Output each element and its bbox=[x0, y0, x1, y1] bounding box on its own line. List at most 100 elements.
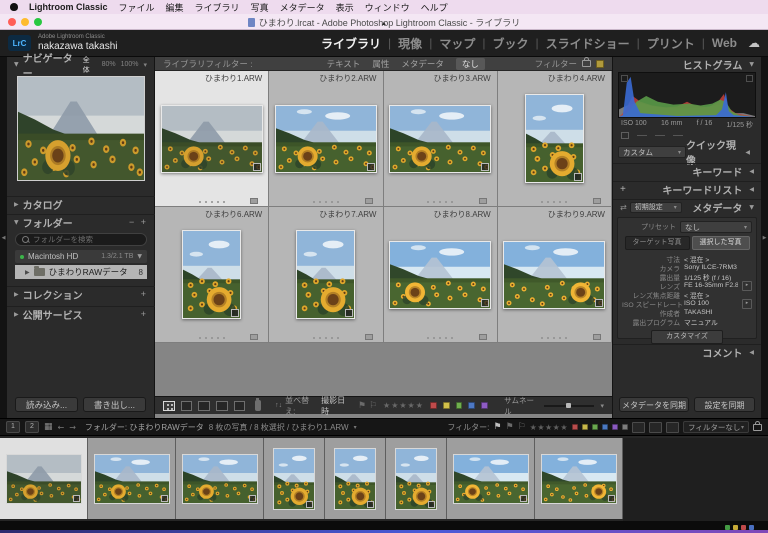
thumbnail-size-slider[interactable] bbox=[544, 405, 594, 407]
color-label-green[interactable] bbox=[456, 402, 463, 409]
keywords-header[interactable]: キーワード ◀ bbox=[613, 163, 761, 178]
loupe-view-icon[interactable] bbox=[181, 401, 193, 411]
folder-search-input[interactable]: フォルダーを検索 bbox=[15, 233, 147, 246]
grid-cell-8[interactable]: ひまわり9.ARW bbox=[498, 207, 612, 343]
photo-thumbnail[interactable] bbox=[389, 241, 491, 309]
rating-stars[interactable]: ★★★★★ bbox=[383, 401, 424, 410]
filmstrip-cell-2[interactable] bbox=[88, 438, 176, 519]
title-bar[interactable]: ひまわり.lrcat - Adobe Photoshop Lightroom C… bbox=[0, 14, 768, 30]
slider-knob[interactable] bbox=[566, 403, 571, 408]
filter-color-purple[interactable] bbox=[612, 424, 618, 430]
zoom-mid[interactable]: 80% bbox=[102, 61, 116, 68]
tab-target-photo[interactable]: ターゲット写真 bbox=[625, 236, 690, 250]
filmstrip-cell-1[interactable] bbox=[0, 438, 88, 519]
publish-add[interactable]: + bbox=[141, 309, 148, 319]
filmstrip-cell-7[interactable] bbox=[447, 438, 535, 519]
module-print[interactable]: プリント bbox=[640, 35, 702, 52]
cloud-sync-icon[interactable]: ☁ bbox=[748, 36, 760, 50]
reject-flag-icon[interactable]: ⚐ bbox=[369, 401, 377, 411]
metadata-header[interactable]: ⇄ 初期設定 ▾ メタデータ ▼ bbox=[613, 199, 761, 214]
develop-badge-icon[interactable] bbox=[367, 163, 375, 171]
main-window-button[interactable]: 1 bbox=[6, 421, 20, 433]
filter-unflagged-icon[interactable]: ⚑ bbox=[505, 422, 513, 432]
collections-header[interactable]: ▶ コレクション + bbox=[7, 286, 155, 301]
grid-view-icon[interactable] bbox=[163, 401, 175, 411]
navigator-preview[interactable] bbox=[17, 76, 145, 181]
tri-down-icon[interactable]: ▼ bbox=[137, 253, 142, 260]
develop-badge-icon[interactable] bbox=[345, 309, 353, 317]
collapse-right-panel[interactable]: ▶ bbox=[761, 57, 768, 418]
customize-button[interactable]: カスタマイズ bbox=[651, 330, 723, 344]
filter-text[interactable]: テキスト bbox=[327, 58, 361, 70]
metadata-preset-dropdown[interactable]: なし ▾ bbox=[680, 221, 752, 233]
folders-header[interactable]: ▼ フォルダー − + bbox=[7, 214, 155, 229]
tab-selected-photos[interactable]: 選択した写真 bbox=[692, 236, 750, 250]
grid-cell-2[interactable]: ひまわり2.ARW bbox=[269, 71, 383, 207]
sort-direction-icon[interactable]: ↑↓ bbox=[275, 402, 282, 409]
grid-cell-7[interactable]: ひまわり8.ARW bbox=[384, 207, 498, 343]
filmstrip-cell-5[interactable] bbox=[325, 438, 386, 519]
module-slideshow[interactable]: スライドショー bbox=[539, 35, 637, 52]
filter-preset-dropdown[interactable]: フィルターなし ▾ bbox=[683, 421, 749, 433]
photo-thumbnail[interactable] bbox=[389, 105, 491, 173]
develop-badge-icon[interactable] bbox=[481, 163, 489, 171]
develop-badge-icon[interactable] bbox=[574, 173, 582, 181]
module-web[interactable]: Web bbox=[705, 36, 744, 50]
module-map[interactable]: マップ bbox=[432, 35, 482, 52]
zoom-caret-icon[interactable]: ▾ bbox=[143, 61, 147, 69]
compare-view-icon[interactable] bbox=[198, 401, 210, 411]
filmstrip-thumbnail[interactable] bbox=[6, 454, 82, 504]
sync-metadata-button[interactable]: メタデータを同期 bbox=[619, 397, 689, 412]
menu-photo[interactable]: 写真 bbox=[251, 1, 269, 14]
menu-help[interactable]: ヘルプ bbox=[421, 1, 448, 14]
zoom-full[interactable]: 100% bbox=[121, 61, 139, 68]
field-action-button[interactable]: ▸ bbox=[742, 299, 752, 309]
filter-toggle-3[interactable] bbox=[666, 422, 679, 433]
filmstrip-thumbnail[interactable] bbox=[395, 448, 437, 510]
develop-badge-icon[interactable] bbox=[231, 309, 239, 317]
grid-cell-6[interactable]: ひまわり7.ARW bbox=[269, 207, 383, 343]
filmstrip-cell-3[interactable] bbox=[176, 438, 264, 519]
collections-add[interactable]: + bbox=[141, 289, 148, 299]
filmstrip-thumbnail[interactable] bbox=[541, 454, 617, 504]
filter-lock-icon[interactable] bbox=[582, 60, 591, 67]
catalog-header[interactable]: ▶ カタログ bbox=[7, 196, 155, 211]
folder-row-selected[interactable]: ▶ ひまわりRAWデータ 8 bbox=[15, 265, 147, 279]
filter-metadata[interactable]: メタデータ bbox=[401, 58, 444, 70]
collapse-left-panel[interactable]: ◀ bbox=[0, 57, 7, 418]
people-view-icon[interactable] bbox=[234, 401, 246, 411]
sync-settings-button[interactable]: 設定を同期 bbox=[694, 397, 755, 412]
saved-preset-dropdown[interactable]: カスタム ▾ bbox=[618, 146, 686, 158]
photo-thumbnail[interactable] bbox=[182, 230, 241, 319]
menu-metadata[interactable]: メタデータ bbox=[280, 1, 325, 14]
forward-arrow-icon[interactable]: → bbox=[69, 423, 76, 432]
filmstrip-thumbnail[interactable] bbox=[453, 454, 529, 504]
color-label-blue[interactable] bbox=[468, 402, 475, 409]
filter-attribute[interactable]: 属性 bbox=[372, 58, 389, 70]
highlight-clipping-icon[interactable] bbox=[746, 75, 753, 82]
filmstrip-thumbnail[interactable] bbox=[334, 448, 376, 510]
metadata-sync-icon[interactable]: ⇄ bbox=[620, 203, 627, 212]
menu-app[interactable]: Lightroom Classic bbox=[29, 2, 108, 12]
filmstrip-cell-4[interactable] bbox=[264, 438, 325, 519]
shadow-clipping-icon[interactable] bbox=[621, 75, 628, 82]
filter-toggle-2[interactable] bbox=[649, 422, 662, 433]
caret-down-icon[interactable]: ▾ bbox=[354, 424, 357, 431]
filter-color-red[interactable] bbox=[572, 424, 578, 430]
apple-menu-icon[interactable] bbox=[10, 3, 18, 11]
back-arrow-icon[interactable]: ← bbox=[58, 423, 65, 432]
develop-badge-icon[interactable] bbox=[253, 163, 261, 171]
filter-color-blue[interactable] bbox=[602, 424, 608, 430]
survey-view-icon[interactable] bbox=[216, 401, 228, 411]
collapse-bottom-panel[interactable]: ▼ bbox=[0, 521, 768, 530]
photo-thumbnail[interactable] bbox=[161, 105, 263, 173]
develop-badge-icon[interactable] bbox=[595, 299, 603, 307]
folders-add-remove[interactable]: − + bbox=[129, 217, 148, 227]
color-label-yellow[interactable] bbox=[443, 402, 450, 409]
menu-edit[interactable]: 編集 bbox=[166, 1, 184, 14]
module-develop[interactable]: 現像 bbox=[391, 35, 429, 52]
filmstrip-cell-8[interactable] bbox=[535, 438, 623, 519]
filmstrip-thumbnail[interactable] bbox=[273, 448, 315, 510]
menu-window[interactable]: ウィンドウ bbox=[365, 1, 410, 14]
color-label-red[interactable] bbox=[430, 402, 437, 409]
